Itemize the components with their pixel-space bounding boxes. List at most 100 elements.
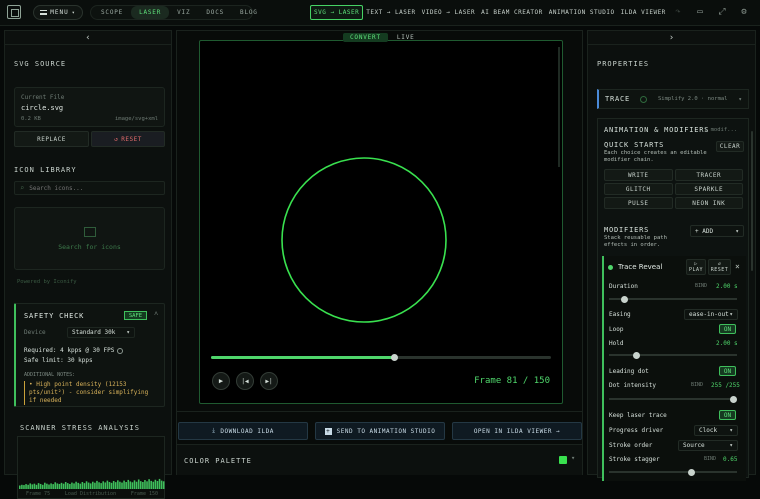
stress-bar	[94, 482, 96, 489]
stress-bar	[98, 482, 100, 489]
keep-trace-toggle[interactable]: ON	[719, 410, 736, 420]
play-button[interactable]: ▶	[212, 372, 230, 390]
stress-bars	[19, 478, 165, 489]
beam-color-swatch[interactable]	[559, 456, 567, 464]
mode-video-laser[interactable]: VIDEO → LASER	[419, 5, 478, 20]
right-scrollbar[interactable]	[751, 131, 753, 271]
loop-toggle[interactable]: ON	[719, 324, 736, 334]
undo-icon[interactable]: ↶	[650, 6, 662, 18]
stroke-order-label: Stroke order	[609, 442, 653, 449]
timeline-slider[interactable]	[211, 354, 551, 361]
stress-bar	[48, 484, 50, 489]
next-frame-button[interactable]: ▶|	[260, 372, 278, 390]
mode-text-laser[interactable]: TEXT → LASER	[363, 5, 418, 20]
stress-bar	[19, 485, 21, 489]
laser-canvas[interactable]: ▶ |◀ ▶| Frame 81 / 150	[199, 40, 563, 404]
device-select[interactable]: Standard 30k ▾	[67, 327, 135, 338]
menu-button[interactable]: MENU ▾	[33, 5, 83, 20]
comment-icon[interactable]: ▭	[694, 6, 706, 18]
preview-panel: CONVERT LIVE ▶ |◀ ▶| Frame 81 / 150 ⤓ DO…	[176, 30, 583, 475]
nav-viz[interactable]: VIZ	[169, 6, 198, 19]
nav-docs[interactable]: DOCS	[198, 6, 232, 19]
redo-icon[interactable]: ↷	[672, 6, 684, 18]
nav-scope[interactable]: SCOPE	[93, 6, 131, 19]
chevron-down-icon: ▾	[729, 311, 733, 318]
duration-label: Duration	[609, 283, 638, 290]
play-label: PLAY	[688, 267, 704, 273]
leading-dot-toggle[interactable]: ON	[719, 366, 736, 376]
chevron-down-icon: ▾	[71, 9, 76, 16]
stroke-stagger-bind[interactable]: BIND	[704, 456, 716, 462]
send-to-animation-studio-button[interactable]: + SEND TO ANIMATION STUDIO	[315, 422, 445, 440]
main-nav: SCOPE LASER VIZ DOCS BLOG	[90, 5, 257, 20]
skip-forward-icon: ▶|	[265, 377, 273, 385]
chevron-down-icon[interactable]: ▾	[571, 454, 575, 462]
duration-slider[interactable]	[609, 295, 737, 303]
stroke-stagger-knob[interactable]	[687, 468, 695, 476]
stress-bar	[117, 480, 119, 489]
fullscreen-icon[interactable]: ⤢	[716, 6, 728, 18]
stroke-stagger-value: 0.65	[723, 456, 738, 463]
duration-knob[interactable]	[621, 295, 629, 303]
mode-animation-studio[interactable]: ANIMATION STUDIO	[546, 5, 618, 20]
quick-start-grid: WRITE TRACER GLITCH SPARKLE PULSE NEON I…	[604, 169, 743, 209]
icon-search-input[interactable]	[29, 184, 150, 192]
stroke-order-select[interactable]: Source ▾	[678, 440, 738, 451]
current-file-card: Current File circle.svg 0.2 KB image/svg…	[14, 87, 165, 127]
stress-bar	[150, 480, 152, 489]
color-palette-row[interactable]: COLOR PALETTE ▾	[177, 445, 582, 475]
easing-value: ease-in-out	[689, 311, 729, 318]
icon-search-field[interactable]: ⌕	[14, 181, 165, 195]
stress-bar	[146, 481, 148, 489]
powered-by-text: Powered by Iconify	[17, 279, 77, 285]
open-ilda-viewer-button[interactable]: OPEN IN ILDA VIEWER →	[452, 422, 582, 440]
driver-value: Clock	[699, 427, 718, 434]
easing-select[interactable]: ease-in-out ▾	[684, 309, 738, 320]
nav-blog[interactable]: BLOG	[232, 6, 266, 19]
reset-button[interactable]: ↺ RESET	[91, 131, 165, 147]
modifier-reset-button[interactable]: ↺ RESET	[708, 259, 731, 275]
quick-start-sparkle[interactable]: SPARKLE	[674, 183, 743, 195]
stress-bar	[79, 483, 82, 489]
gear-icon[interactable]: ⚙	[738, 6, 750, 18]
mode-svg-laser[interactable]: SVG → LASER	[310, 5, 364, 20]
stress-title: SCANNER STRESS ANALYSIS	[20, 424, 140, 432]
nav-laser[interactable]: LASER	[131, 6, 170, 19]
collapse-left-button[interactable]: ‹	[5, 31, 171, 45]
stress-bar	[108, 482, 111, 489]
clear-button[interactable]: CLEAR	[716, 141, 744, 152]
remove-modifier-icon[interactable]: ×	[735, 262, 740, 271]
tab-live[interactable]: LIVE	[390, 33, 422, 42]
hold-slider[interactable]	[609, 351, 737, 359]
download-ilda-button[interactable]: ⤓ DOWNLOAD ILDA	[178, 422, 308, 440]
app-logo[interactable]	[7, 5, 21, 19]
tab-convert[interactable]: CONVERT	[343, 33, 388, 42]
replace-button[interactable]: REPLACE	[14, 131, 89, 147]
quick-start-glitch[interactable]: GLITCH	[604, 183, 673, 195]
modifier-play-button[interactable]: ▷ PLAY	[686, 259, 706, 275]
quick-start-write[interactable]: WRITE	[604, 169, 673, 181]
trace-row[interactable]: TRACE Simplify 2.0 · normal ▾	[597, 89, 749, 109]
hold-knob[interactable]	[633, 351, 641, 359]
progress-driver-select[interactable]: Clock ▾	[694, 425, 738, 436]
dot-intensity-slider[interactable]	[609, 395, 737, 403]
mode-ai-beam[interactable]: AI BEAM CREATOR	[478, 5, 546, 20]
chevron-down-icon: ▾	[126, 329, 130, 336]
quick-start-pulse[interactable]: PULSE	[604, 197, 673, 209]
canvas-scrollbar[interactable]	[558, 47, 560, 167]
previous-frame-button[interactable]: |◀	[236, 372, 254, 390]
left-panel: ‹ SVG SOURCE Current File circle.svg 0.2…	[4, 30, 172, 499]
dot-intensity-knob[interactable]	[730, 395, 737, 403]
collapse-safety-icon[interactable]: ˄	[154, 310, 158, 319]
stress-bar	[58, 483, 61, 489]
stroke-stagger-slider[interactable]	[609, 468, 737, 476]
duration-bind[interactable]: BIND	[695, 283, 707, 289]
quick-start-tracer[interactable]: TRACER	[674, 169, 743, 181]
add-modifier-select[interactable]: + ADD ▾	[690, 225, 744, 237]
current-file-label: Current File	[21, 94, 65, 101]
quick-start-neon-ink[interactable]: NEON INK	[674, 197, 743, 209]
stress-chart: Frame 75 Load Distribution Frame 150	[17, 436, 165, 499]
enabled-dot[interactable]	[608, 265, 613, 270]
collapse-right-button[interactable]: ›	[588, 31, 755, 45]
dot-intensity-bind[interactable]: BIND	[691, 382, 703, 388]
